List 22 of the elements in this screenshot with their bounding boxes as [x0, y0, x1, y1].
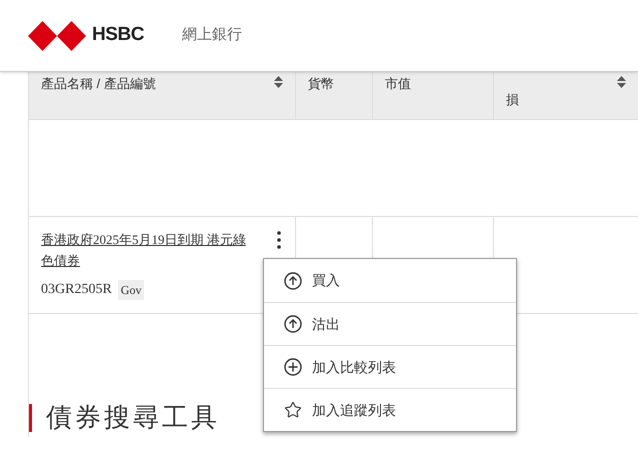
column-header: 貨幣 [308, 75, 334, 93]
column-header: 產品名稱 / 產品編號 [41, 75, 156, 93]
sort-icon[interactable] [274, 76, 283, 88]
star-icon [284, 401, 302, 419]
page-title: 網上銀行 [182, 25, 242, 46]
plus-circle-icon [284, 358, 302, 376]
menu-item[interactable]: 加入追蹤列表 [264, 388, 516, 431]
bond-tag: Gov [118, 280, 144, 300]
section-title: 債券搜尋工具 [46, 401, 220, 434]
bond-code: 03GR2505R [41, 281, 112, 299]
menu-item[interactable]: 買入 [264, 259, 516, 302]
section-accent-bar [29, 404, 32, 432]
menu-item[interactable]: 加入比較列表 [264, 345, 516, 388]
more-icon[interactable] [277, 231, 281, 249]
sort-icon[interactable] [617, 76, 626, 88]
bond-name-link[interactable]: 香港政府2025年5月19日到期 港元綠色債券 [41, 229, 246, 271]
brand-name: HSBC [92, 23, 144, 48]
menu-item[interactable]: 沽出 [264, 302, 516, 345]
arrow-up-circle-icon [284, 272, 302, 290]
column-header: 市值 [385, 75, 411, 93]
arrow-up-circle-icon [284, 315, 302, 333]
column-header: 損 [506, 91, 519, 109]
